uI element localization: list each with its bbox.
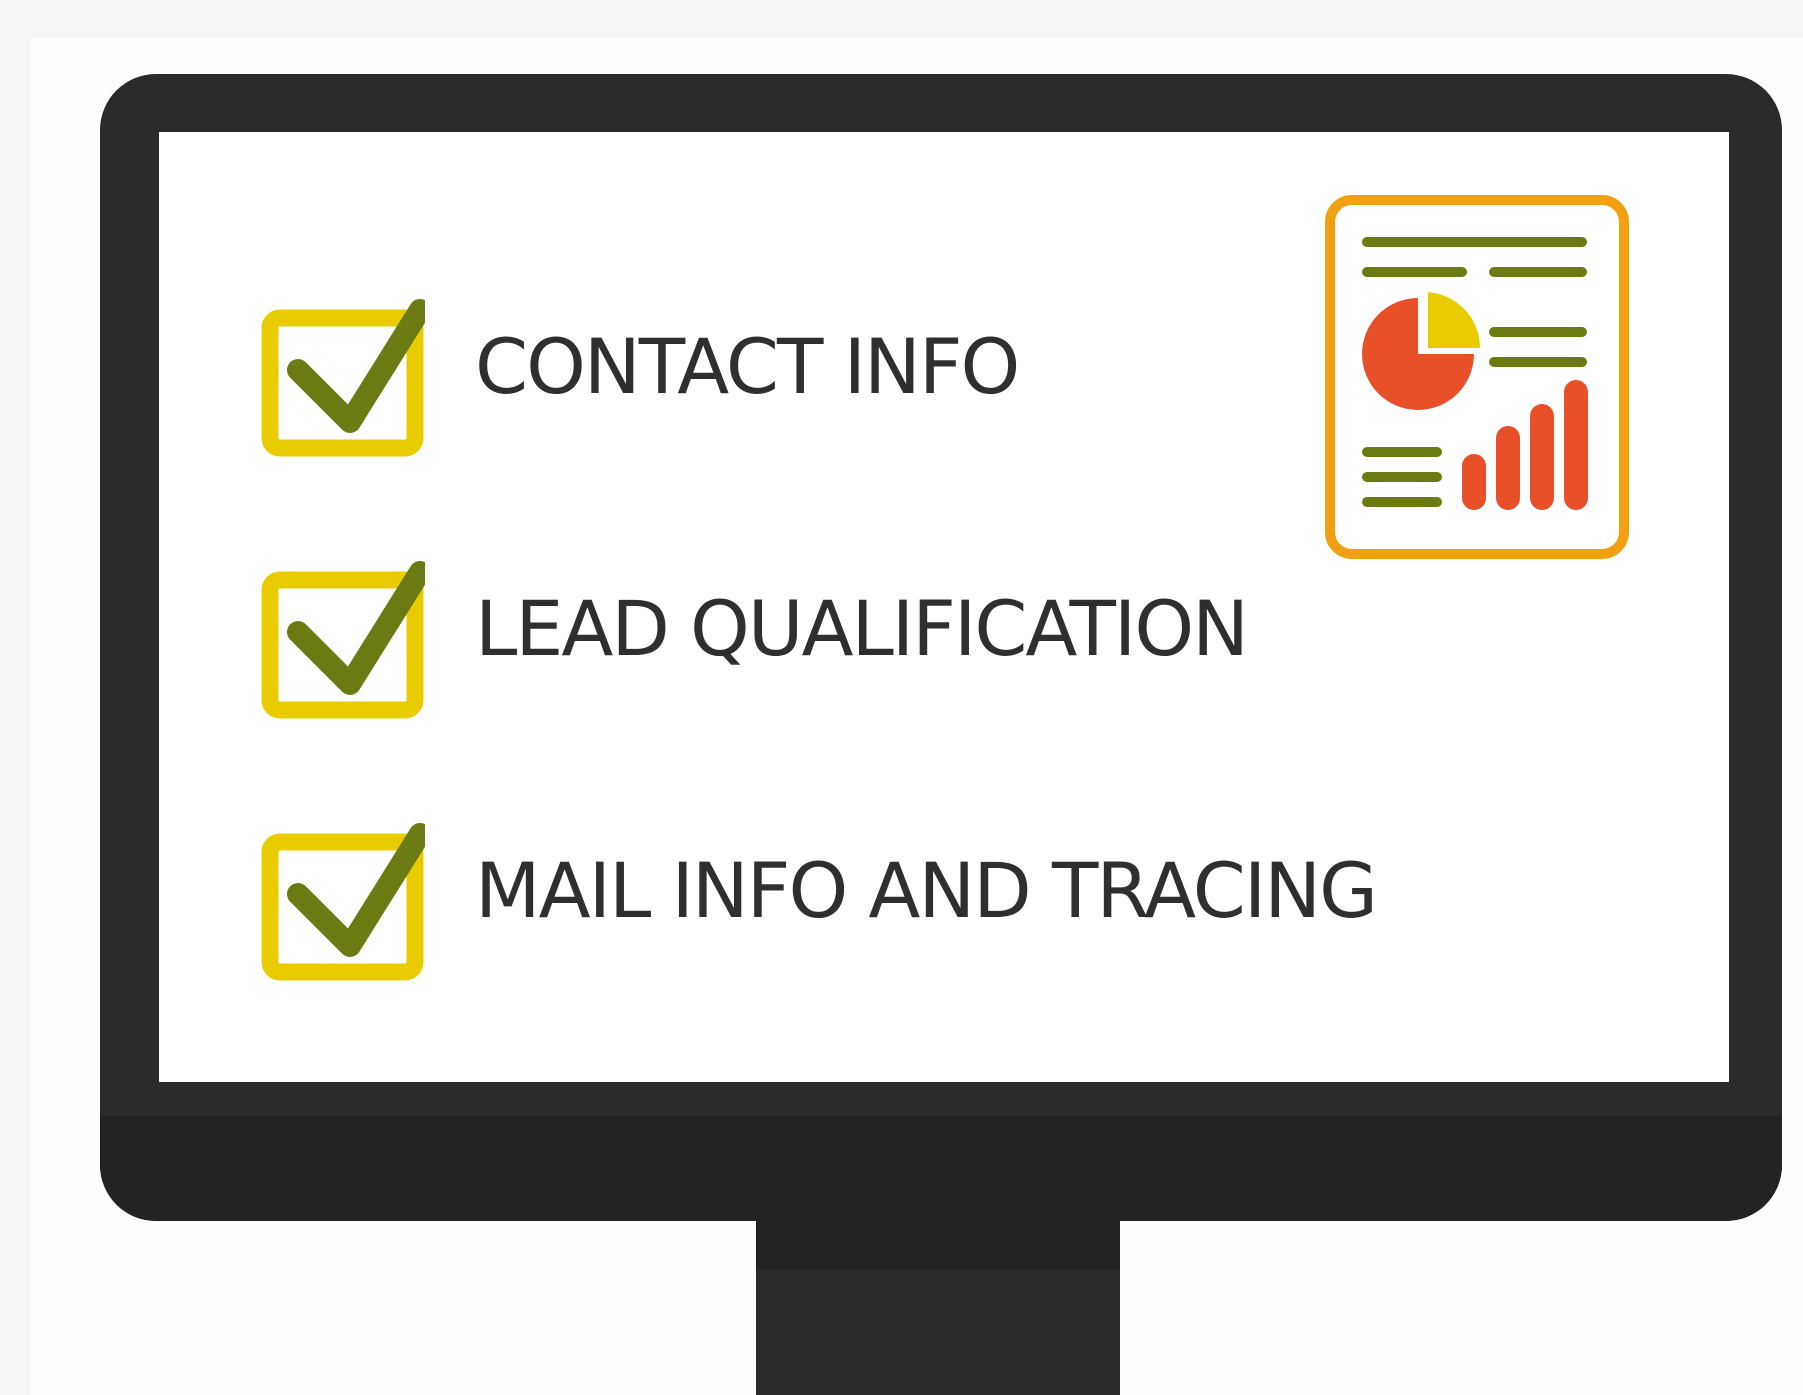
monitor-chin: [100, 1116, 1782, 1221]
checklist-item: LEAD QUALIFICATION: [260, 534, 1460, 719]
report-dashboard-icon: [1325, 195, 1629, 559]
checklist-item: CONTACT INFO: [260, 272, 1460, 457]
checklist-item: MAIL INFO AND TRACING: [260, 796, 1460, 981]
bar-icon: [1462, 454, 1486, 510]
bar-icon: [1564, 380, 1588, 510]
checkbox-checked-icon[interactable]: [260, 292, 425, 457]
bar-icon: [1530, 404, 1554, 510]
bar-icon: [1496, 426, 1520, 510]
checkbox-checked-icon[interactable]: [260, 816, 425, 981]
monitor-stand: [756, 1270, 1120, 1395]
checkbox-checked-icon[interactable]: [260, 554, 425, 719]
monitor-stand-neck: [756, 1220, 1120, 1270]
checklist-label-mail-info-and-tracing: MAIL INFO AND TRACING: [475, 846, 1378, 935]
checklist-label-lead-qualification: LEAD QUALIFICATION: [475, 584, 1249, 673]
checklist-label-contact-info: CONTACT INFO: [475, 322, 1020, 411]
